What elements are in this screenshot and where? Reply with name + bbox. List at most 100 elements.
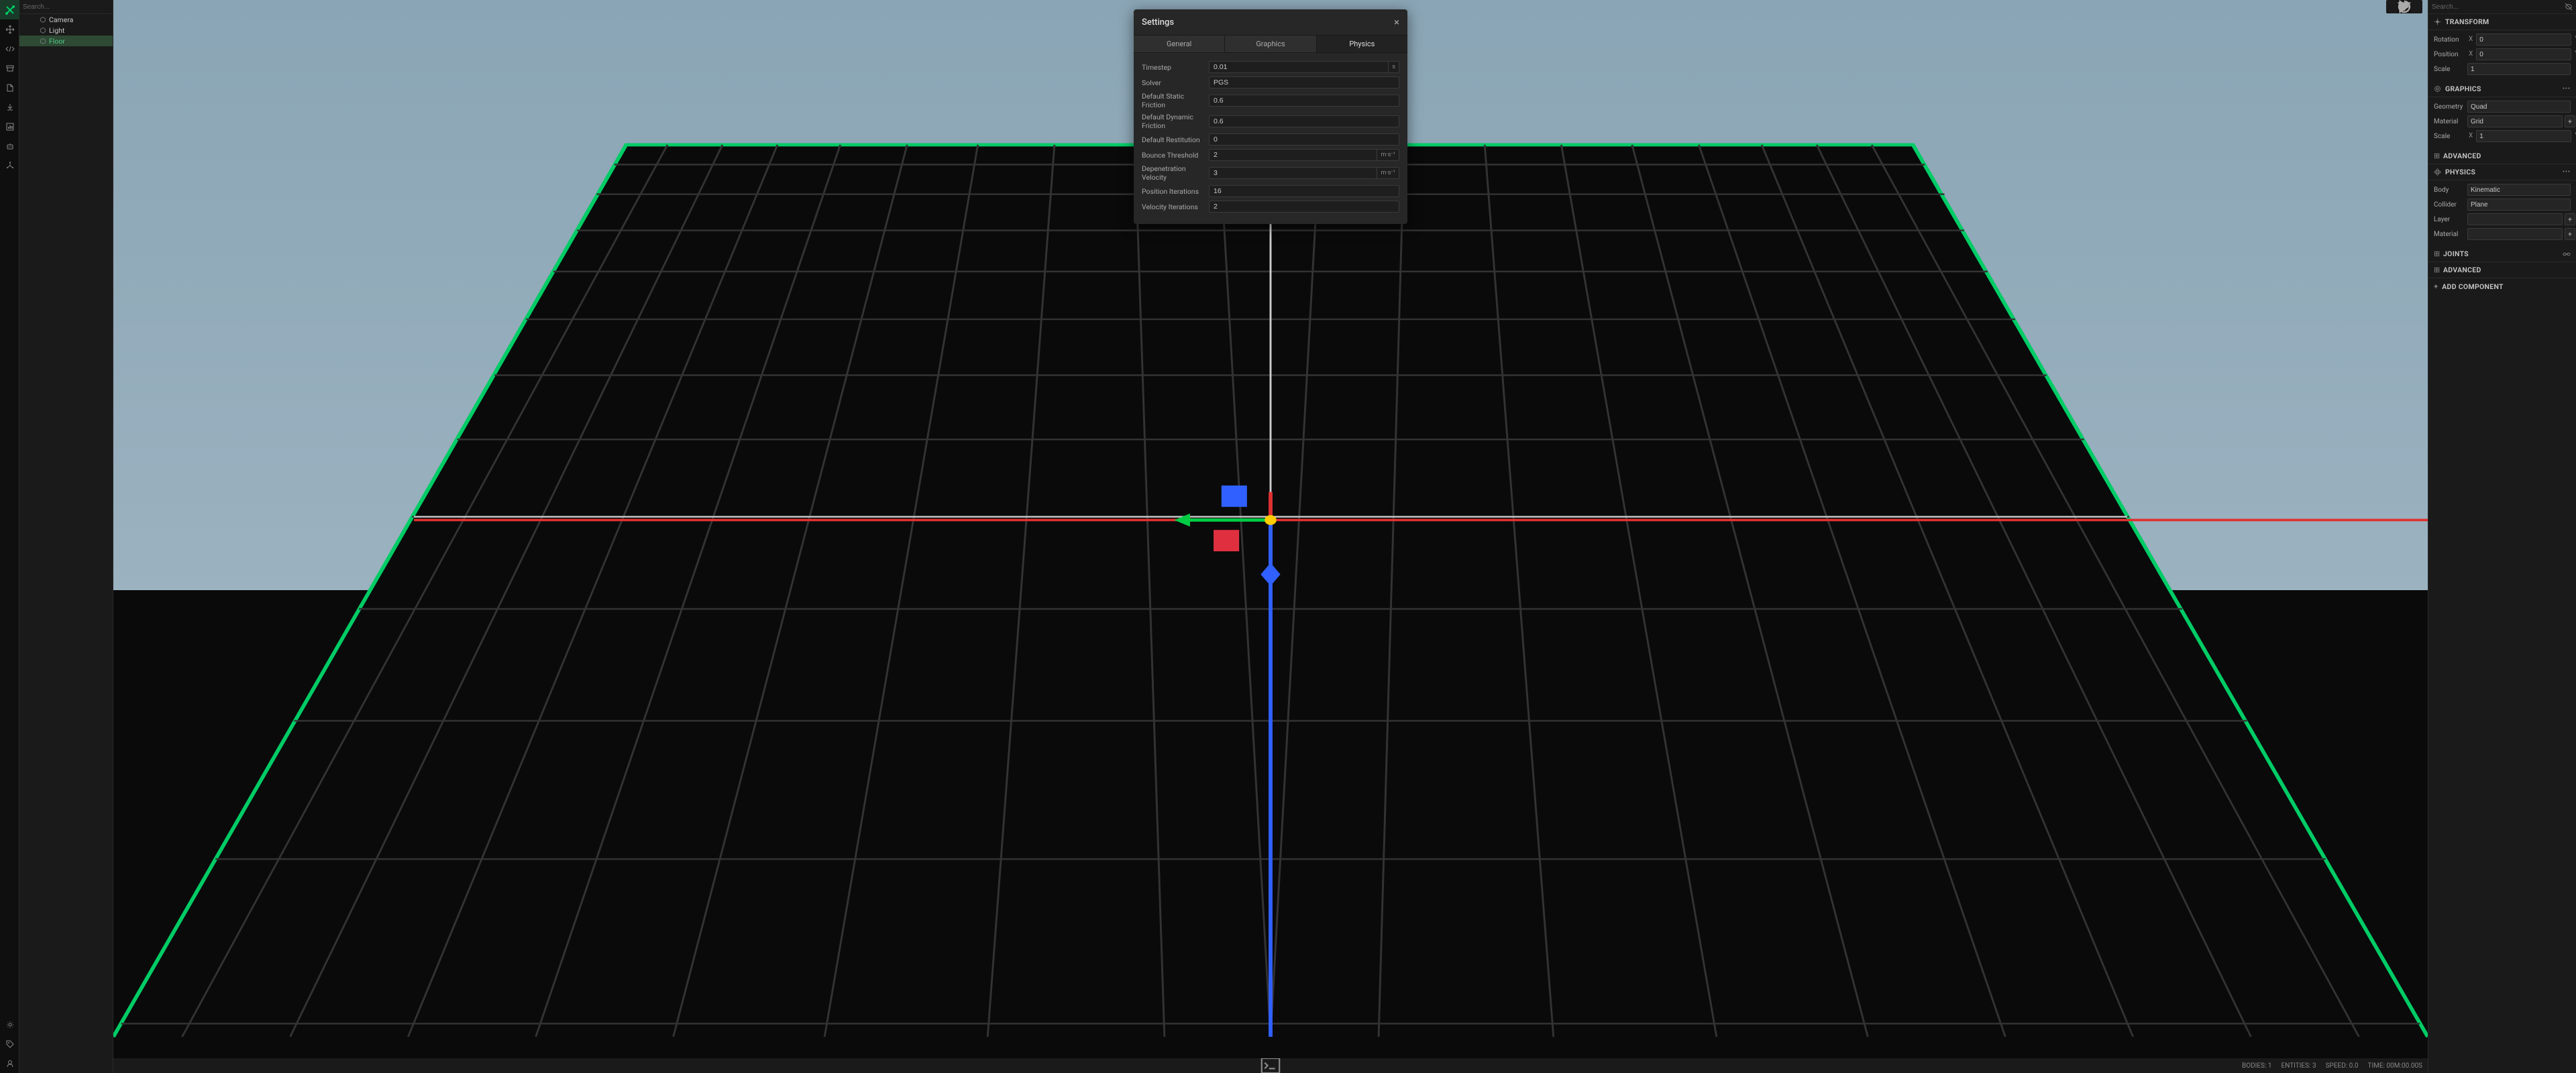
hierarchy-item-camera[interactable]: Camera: [19, 14, 113, 25]
add-component-label: ADD COMPONENT: [2442, 282, 2504, 291]
section-title: GRAPHICS: [2445, 84, 2481, 93]
entity-icon: [40, 38, 46, 44]
axis-x-label: X: [2467, 48, 2474, 60]
unit-label: m·s⁻¹: [1377, 167, 1399, 179]
bot-tool-icon[interactable]: [0, 136, 19, 156]
unit-label: s: [1389, 61, 1399, 73]
tag-tool-icon[interactable]: [0, 1034, 19, 1054]
hierarchy-item-light[interactable]: Light: [19, 25, 113, 36]
add-component-button[interactable]: + ADD COMPONENT: [2428, 278, 2576, 295]
graphics-material-input[interactable]: [2467, 115, 2563, 127]
plus-icon: +: [2434, 282, 2438, 291]
archive-tool-icon[interactable]: [0, 58, 19, 78]
hierarchy-search-input[interactable]: [23, 3, 111, 11]
modal-title: Settings: [1142, 17, 1174, 27]
prop-label: Material: [2434, 231, 2467, 238]
axis-y-label: Y: [2573, 48, 2576, 60]
prop-label: Body: [2434, 186, 2467, 194]
hierarchy-item-label: Light: [49, 26, 64, 35]
settings-tool-icon[interactable]: [0, 1015, 19, 1034]
field-label: Bounce Threshold: [1142, 151, 1209, 160]
visibility-icon[interactable]: [2565, 3, 2573, 11]
section-title: TRANSFORM: [2445, 17, 2489, 26]
download-tool-icon[interactable]: [0, 97, 19, 117]
section-title: JOINTS: [2443, 249, 2469, 258]
prop-label: Position: [2434, 51, 2467, 58]
physics-icon: [2434, 168, 2441, 176]
field-label: Depenetration Velocity: [1142, 164, 1209, 182]
field-label: Position Iterations: [1142, 187, 1209, 196]
collider-input[interactable]: [2467, 199, 2571, 211]
expand-icon: ⊞: [2434, 152, 2439, 160]
add-physics-material-button[interactable]: +: [2565, 228, 2575, 240]
settings-modal: Settings × General Graphics Physics Time…: [1134, 9, 1407, 224]
field-label: Solver: [1142, 78, 1209, 87]
close-icon[interactable]: ×: [1394, 16, 1399, 28]
graphics-section-header[interactable]: GRAPHICS •••: [2428, 81, 2576, 97]
body-input[interactable]: [2467, 184, 2571, 196]
restitution-input[interactable]: [1209, 133, 1399, 146]
section-title: PHYSICS: [2445, 168, 2475, 176]
user-tool-icon[interactable]: [0, 1054, 19, 1073]
tab-physics[interactable]: Physics: [1317, 36, 1407, 52]
field-label: Default Static Friction: [1142, 92, 1209, 109]
prop-label: Material: [2434, 118, 2467, 125]
app-logo[interactable]: [0, 0, 19, 19]
timestep-input[interactable]: [1209, 61, 1389, 73]
rotation-x-input[interactable]: [2476, 34, 2571, 46]
graphics-icon: [2434, 85, 2441, 93]
axis-y-label: Y: [2573, 34, 2576, 46]
physics-section-header[interactable]: PHYSICS •••: [2428, 164, 2576, 180]
axes-tool-icon[interactable]: [0, 156, 19, 175]
geometry-input[interactable]: [2467, 101, 2571, 113]
unit-label: m·s⁻¹: [1377, 149, 1399, 161]
depenetration-input[interactable]: [1209, 167, 1377, 179]
advanced-section-1[interactable]: ⊞ ADVANCED: [2428, 148, 2576, 164]
transform-section-header[interactable]: TRANSFORM: [2428, 14, 2576, 30]
section-menu-icon[interactable]: •••: [2563, 169, 2571, 176]
prop-label: Geometry: [2434, 103, 2467, 111]
advanced-section-2[interactable]: ⊞ ADVANCED: [2428, 262, 2576, 278]
expand-icon: ⊞: [2434, 266, 2439, 274]
solver-input[interactable]: [1209, 76, 1399, 89]
section-title: ADVANCED: [2443, 152, 2481, 160]
entity-icon: [40, 27, 46, 34]
hierarchy-item-floor[interactable]: Floor: [19, 36, 113, 46]
physics-material-input[interactable]: [2467, 228, 2563, 240]
bounce-threshold-input[interactable]: [1209, 149, 1377, 161]
section-menu-icon[interactable]: •••: [2563, 86, 2571, 93]
transform-scale-input[interactable]: [2467, 63, 2571, 75]
graphics-scale-x-input[interactable]: [2476, 130, 2571, 142]
velocity-iterations-input[interactable]: [1209, 201, 1399, 213]
field-label: Default Restitution: [1142, 135, 1209, 144]
position-iterations-input[interactable]: [1209, 185, 1399, 197]
tab-graphics[interactable]: Graphics: [1225, 36, 1316, 52]
hierarchy-item-label: Camera: [49, 15, 73, 24]
dynamic-friction-input[interactable]: [1209, 115, 1399, 127]
field-label: Timestep: [1142, 63, 1209, 72]
transform-icon: [2434, 18, 2441, 25]
prop-label: Scale: [2434, 66, 2467, 73]
layer-input[interactable]: [2467, 213, 2563, 225]
axis-x-label: X: [2467, 130, 2474, 142]
field-label: Velocity Iterations: [1142, 203, 1209, 211]
hierarchy-item-label: Floor: [49, 37, 65, 46]
static-friction-input[interactable]: [1209, 95, 1399, 107]
axis-y-label: Y: [2573, 130, 2576, 142]
reset-button[interactable]: [2410, 0, 2422, 13]
file-tool-icon[interactable]: [0, 78, 19, 97]
prop-label: Layer: [2434, 216, 2467, 223]
joints-section[interactable]: ⊞ JOINTS: [2428, 246, 2576, 262]
add-layer-button[interactable]: +: [2565, 213, 2575, 225]
prop-label: Rotation: [2434, 36, 2467, 44]
chart-tool-icon[interactable]: [0, 117, 19, 136]
prop-label: Collider: [2434, 201, 2467, 209]
tab-general[interactable]: General: [1134, 36, 1225, 52]
add-material-button[interactable]: +: [2565, 115, 2575, 127]
joints-link-icon[interactable]: [2563, 250, 2571, 258]
inspector-search-input[interactable]: [2432, 3, 2562, 11]
move-tool-icon[interactable]: [0, 19, 19, 39]
axis-x-label: X: [2467, 34, 2474, 46]
position-x-input[interactable]: [2476, 48, 2571, 60]
code-tool-icon[interactable]: [0, 39, 19, 58]
